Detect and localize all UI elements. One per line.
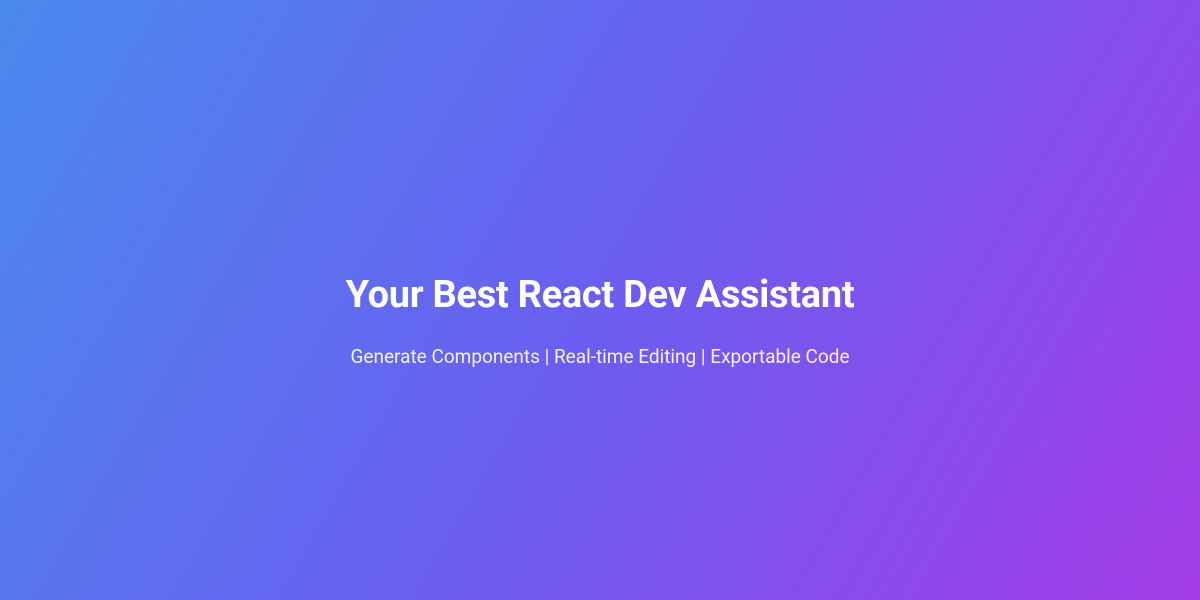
headline: Your Best React Dev Assistant (346, 273, 855, 317)
subline: Generate Components | Real-time Editing … (350, 345, 849, 368)
hero-section: Your Best React Dev Assistant Generate C… (346, 273, 855, 368)
